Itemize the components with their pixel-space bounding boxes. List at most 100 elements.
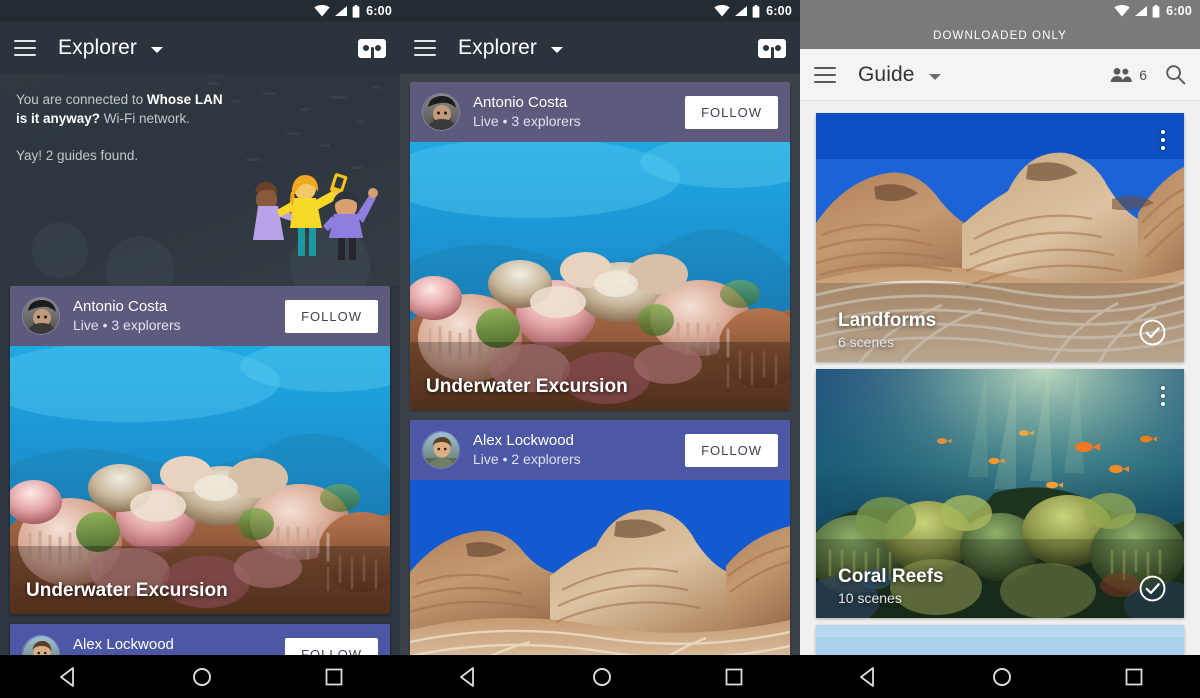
guide-author-name: Alex Lockwood bbox=[73, 636, 174, 653]
follow-button[interactable]: FOLLOW bbox=[685, 433, 778, 467]
search-button[interactable] bbox=[1165, 64, 1186, 85]
live-guide-card[interactable]: Antonio Costa Live • 3 explorers FOLLOW bbox=[410, 82, 790, 410]
back-triangle-icon[interactable] bbox=[57, 666, 79, 688]
chevron-down-icon[interactable] bbox=[551, 47, 563, 53]
card-header: Antonio Costa Live • 3 explorers FOLLOW bbox=[410, 82, 790, 142]
hamburger-icon[interactable] bbox=[814, 66, 836, 83]
connection-blurb: You are connected to Whose LAN is it any… bbox=[0, 74, 400, 163]
back-triangle-icon[interactable] bbox=[857, 666, 879, 688]
card-header: Alex Lockwood Live • 2 explorers FOLLOW bbox=[10, 624, 390, 655]
cell-signal-icon bbox=[335, 6, 348, 16]
avatar bbox=[422, 431, 460, 469]
card-header: Alex Lockwood Live • 2 explorers FOLLOW bbox=[410, 420, 790, 480]
collection-scene-count: 10 scenes bbox=[838, 590, 902, 606]
status-bar: 6:00 bbox=[800, 0, 1200, 22]
recents-square-icon[interactable] bbox=[1125, 668, 1143, 686]
check-circle-icon[interactable] bbox=[1139, 319, 1166, 346]
explorers-count-action[interactable]: 6 bbox=[1110, 67, 1147, 83]
sky-photo-partial bbox=[816, 625, 1184, 655]
guide-author-name: Alex Lockwood bbox=[473, 432, 574, 449]
guide-author-name: Antonio Costa bbox=[73, 298, 168, 315]
follow-button[interactable]: FOLLOW bbox=[285, 299, 378, 333]
avatar bbox=[22, 297, 60, 335]
card-header: Antonio Costa Live • 3 explorers FOLLOW bbox=[10, 286, 390, 346]
wifi-icon bbox=[1114, 5, 1130, 17]
connection-hero: You are connected to Whose LAN is it any… bbox=[0, 74, 400, 286]
android-navigation-bar bbox=[0, 655, 400, 698]
guide-card-list: Antonio Costa Live • 3 explorers FOLLOW bbox=[400, 82, 800, 655]
chevron-down-icon[interactable] bbox=[151, 47, 163, 53]
cardboard-vr-icon[interactable] bbox=[758, 38, 786, 58]
chevron-down-icon[interactable] bbox=[928, 73, 941, 80]
check-circle-icon[interactable] bbox=[1139, 575, 1166, 602]
three-phone-screenshots: 6:00 Explorer You are connected to Whose… bbox=[0, 0, 1200, 698]
live-guide-card[interactable]: Alex Lockwood Live • 2 explorers FOLLOW bbox=[410, 420, 790, 655]
cardboard-vr-icon[interactable] bbox=[358, 38, 386, 58]
overflow-menu-icon[interactable] bbox=[1152, 383, 1174, 409]
status-time: 6:00 bbox=[1166, 4, 1192, 18]
home-circle-icon[interactable] bbox=[592, 667, 612, 687]
coral-reef-photo bbox=[10, 346, 390, 614]
guides-found-text: Yay! 2 guides found. bbox=[16, 148, 139, 163]
home-circle-icon[interactable] bbox=[992, 667, 1012, 687]
page-title: Explorer bbox=[58, 36, 137, 59]
app-bar: Explorer bbox=[400, 22, 800, 74]
search-icon bbox=[1166, 65, 1186, 85]
card-meta: Alex Lockwood Live • 2 explorers bbox=[473, 431, 685, 469]
guide-card-list: Landforms 6 scenes Coral Reefs 10 scenes bbox=[800, 106, 1200, 655]
guide-status: Live • 2 explorers bbox=[473, 451, 581, 467]
recents-square-icon[interactable] bbox=[325, 668, 343, 686]
guide-photo[interactable] bbox=[410, 480, 790, 655]
follow-button[interactable]: FOLLOW bbox=[285, 637, 378, 655]
sandstone-landform-photo bbox=[410, 480, 790, 655]
collection-title: Coral Reefs bbox=[838, 566, 944, 587]
downloaded-only-banner: DOWNLOADED ONLY bbox=[800, 22, 1200, 49]
live-guide-card[interactable]: Alex Lockwood Live • 2 explorers FOLLOW bbox=[10, 624, 390, 655]
guide-card-list: Antonio Costa Live • 3 explorers FOLLOW bbox=[0, 286, 400, 655]
collection-title: Landforms bbox=[838, 310, 937, 331]
connect-prefix: You are connected to bbox=[16, 92, 147, 107]
card-meta: Antonio Costa Live • 3 explorers bbox=[473, 93, 685, 131]
cell-signal-icon bbox=[735, 6, 748, 16]
hamburger-icon[interactable] bbox=[414, 40, 436, 56]
wifi-icon bbox=[314, 5, 330, 17]
android-navigation-bar bbox=[400, 655, 800, 698]
android-navigation-bar bbox=[800, 655, 1200, 698]
guide-collection-card[interactable]: Landforms 6 scenes bbox=[816, 113, 1184, 362]
app-bar: Explorer bbox=[0, 22, 400, 74]
guide-collection-card[interactable]: Coral Reefs 10 scenes bbox=[816, 369, 1184, 618]
collection-scene-count: 6 scenes bbox=[838, 334, 895, 350]
card-meta: Alex Lockwood Live • 2 explorers bbox=[73, 635, 285, 655]
battery-icon bbox=[352, 4, 360, 18]
connect-suffix: Wi-Fi network. bbox=[100, 111, 191, 126]
wifi-icon bbox=[714, 5, 730, 17]
page-title: Explorer bbox=[458, 36, 537, 59]
guide-author-name: Antonio Costa bbox=[473, 94, 568, 111]
cell-signal-icon bbox=[1135, 6, 1148, 16]
avatar bbox=[422, 93, 460, 131]
status-time: 6:00 bbox=[766, 4, 792, 18]
home-circle-icon[interactable] bbox=[192, 667, 212, 687]
status-bar: 6:00 bbox=[400, 0, 800, 22]
screen-explorer-feed: 6:00 Explorer Antonio Costa Live • 3 exp… bbox=[400, 0, 800, 698]
status-bar: 6:00 bbox=[0, 0, 400, 22]
guide-status: Live • 3 explorers bbox=[473, 113, 581, 129]
screen-guide-downloaded: 6:00 DOWNLOADED ONLY Guide 6 Landforms 6… bbox=[800, 0, 1200, 698]
guide-photo[interactable]: Underwater Excursion bbox=[410, 142, 790, 410]
battery-icon bbox=[752, 4, 760, 18]
coral-reef-photo bbox=[410, 142, 790, 410]
battery-icon bbox=[1152, 4, 1160, 18]
recents-square-icon[interactable] bbox=[725, 668, 743, 686]
guide-status: Live • 3 explorers bbox=[73, 317, 181, 333]
avatar bbox=[22, 635, 60, 655]
hamburger-icon[interactable] bbox=[14, 40, 36, 56]
guide-photo-title: Underwater Excursion bbox=[426, 376, 628, 397]
follow-button[interactable]: FOLLOW bbox=[685, 95, 778, 129]
app-bar: Guide 6 bbox=[800, 49, 1200, 101]
overflow-menu-icon[interactable] bbox=[1152, 127, 1174, 153]
live-guide-card[interactable]: Antonio Costa Live • 3 explorers FOLLOW bbox=[10, 286, 390, 614]
guide-photo[interactable]: Underwater Excursion bbox=[10, 346, 390, 614]
status-time: 6:00 bbox=[366, 4, 392, 18]
back-triangle-icon[interactable] bbox=[457, 666, 479, 688]
guide-collection-card[interactable] bbox=[816, 625, 1184, 655]
